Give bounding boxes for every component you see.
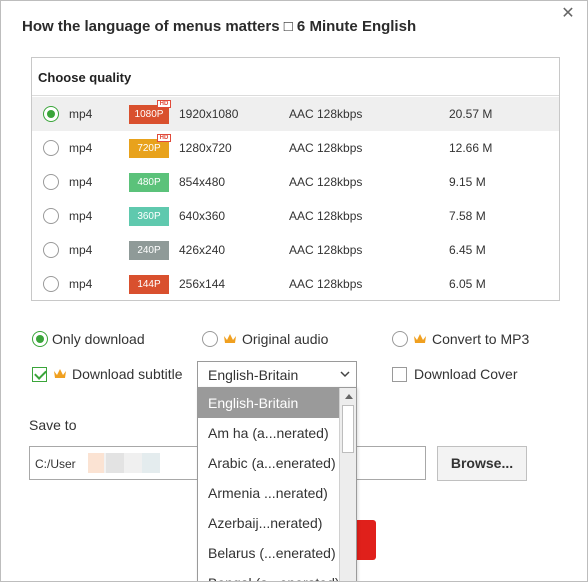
scroll-thumb[interactable] bbox=[342, 405, 354, 453]
close-icon[interactable]: ✕ bbox=[559, 5, 577, 23]
original-audio-radio[interactable] bbox=[202, 331, 218, 347]
quality-badge: 144P bbox=[129, 275, 169, 294]
hd-badge: HD bbox=[157, 134, 171, 142]
crown-icon bbox=[54, 369, 66, 378]
scroll-up-icon[interactable] bbox=[345, 394, 353, 399]
quality-header-label: Choose quality bbox=[38, 70, 132, 85]
redacted-block bbox=[88, 453, 104, 473]
quality-size: 9.15 M bbox=[449, 175, 486, 189]
quality-list: Choose quality mp4 1080P HD 1920x1080 AAC 12… bbox=[31, 57, 560, 301]
quality-resolution: 1280x720 bbox=[179, 141, 232, 155]
quality-badge: 1080P HD bbox=[129, 100, 171, 124]
quality-size: 6.45 M bbox=[449, 243, 486, 257]
dropdown-scrollbar[interactable] bbox=[339, 388, 356, 581]
quality-row[interactable]: mp4 240P 426x240 AAC 128kbps 6.45 M bbox=[32, 233, 559, 267]
chevron-down-icon bbox=[340, 371, 350, 378]
crown-icon bbox=[414, 334, 426, 343]
dropdown-option[interactable]: Azerbaij...nerated) bbox=[198, 508, 339, 538]
quality-audio: AAC 128kbps bbox=[289, 141, 363, 155]
quality-header: Choose quality bbox=[32, 58, 559, 96]
quality-size: 20.57 M bbox=[449, 107, 493, 121]
redacted-block bbox=[124, 453, 142, 473]
download-subtitle-label: Download subtitle bbox=[72, 366, 183, 382]
dropdown-option[interactable]: English-Britain bbox=[198, 388, 339, 418]
only-download-label: Only download bbox=[52, 331, 145, 347]
quality-badge: 480P bbox=[129, 173, 169, 192]
quality-resolution: 640x360 bbox=[179, 209, 226, 223]
quality-format: mp4 bbox=[69, 107, 93, 121]
quality-audio: AAC 128kbps bbox=[289, 175, 363, 189]
download-subtitle-checkbox[interactable] bbox=[32, 367, 47, 382]
convert-mp3-radio[interactable] bbox=[392, 331, 408, 347]
quality-radio[interactable] bbox=[43, 140, 59, 156]
quality-badge: 360P bbox=[129, 207, 169, 226]
quality-resolution: 426x240 bbox=[179, 243, 226, 257]
dialog-title: How the language of menus matters □ 6 Mi… bbox=[22, 18, 417, 35]
quality-row[interactable]: mp4 144P 256x144 AAC 128kbps 6.05 M bbox=[32, 267, 559, 301]
only-download-radio[interactable] bbox=[32, 331, 48, 347]
subtitle-language-dropdown: English-Britain Am ha (a...nerated) Arabic… bbox=[197, 387, 357, 581]
quality-radio[interactable] bbox=[43, 106, 59, 122]
quality-row[interactable]: mp4 720P HD 1280x720 AAC 128kbps 12.66 M bbox=[32, 131, 559, 165]
quality-size: 6.05 M bbox=[449, 277, 486, 291]
download-dialog: How the language of menus matters □ 6 Mi… bbox=[0, 0, 588, 582]
quality-badge: 240P bbox=[129, 241, 169, 260]
crown-icon bbox=[224, 334, 236, 343]
quality-audio: AAC 128kbps bbox=[289, 277, 363, 291]
hd-badge: HD bbox=[157, 100, 171, 108]
subtitle-language-select[interactable]: English-Britain bbox=[197, 361, 357, 388]
browse-button[interactable]: Browse... bbox=[437, 446, 527, 481]
quality-audio: AAC 128kbps bbox=[289, 209, 363, 223]
quality-radio[interactable] bbox=[43, 276, 59, 292]
save-to-label: Save to bbox=[29, 417, 77, 433]
quality-format: mp4 bbox=[69, 243, 93, 257]
dropdown-option[interactable]: Armenia ...nerated) bbox=[198, 478, 339, 508]
quality-radio[interactable] bbox=[43, 242, 59, 258]
quality-resolution: 256x144 bbox=[179, 277, 226, 291]
quality-badge: 720P HD bbox=[129, 134, 171, 158]
download-cover-label: Download Cover bbox=[414, 366, 518, 382]
quality-resolution: 854x480 bbox=[179, 175, 226, 189]
convert-mp3-label: Convert to MP3 bbox=[432, 331, 530, 347]
quality-format: mp4 bbox=[69, 209, 93, 223]
quality-format: mp4 bbox=[69, 175, 93, 189]
quality-row[interactable]: mp4 360P 640x360 AAC 128kbps 7.58 M bbox=[32, 199, 559, 233]
dropdown-option[interactable]: Bengal (a...enerated) bbox=[198, 568, 340, 581]
quality-format: mp4 bbox=[69, 141, 93, 155]
quality-row[interactable]: mp4 1080P HD 1920x1080 AAC 128kbps 20.57 M bbox=[32, 97, 559, 131]
quality-row[interactable]: mp4 480P 854x480 AAC 128kbps 9.15 M bbox=[32, 165, 559, 199]
redacted-block bbox=[142, 453, 160, 473]
dropdown-option[interactable]: Am ha (a...nerated) bbox=[198, 418, 339, 448]
save-path-value: C:/User bbox=[35, 457, 76, 471]
quality-size: 7.58 M bbox=[449, 209, 486, 223]
quality-format: mp4 bbox=[69, 277, 93, 291]
original-audio-label: Original audio bbox=[242, 331, 329, 347]
subtitle-language-value: English-Britain bbox=[208, 367, 299, 383]
redacted-block bbox=[106, 453, 124, 473]
dropdown-option[interactable]: Belarus (...enerated) bbox=[198, 538, 339, 568]
quality-size: 12.66 M bbox=[449, 141, 493, 155]
quality-audio: AAC 128kbps bbox=[289, 243, 363, 257]
dropdown-option[interactable]: Arabic (a...enerated) bbox=[198, 448, 339, 478]
quality-radio[interactable] bbox=[43, 174, 59, 190]
quality-audio: AAC 128kbps bbox=[289, 107, 363, 121]
quality-radio[interactable] bbox=[43, 208, 59, 224]
download-cover-checkbox[interactable] bbox=[392, 367, 407, 382]
quality-resolution: 1920x1080 bbox=[179, 107, 239, 121]
